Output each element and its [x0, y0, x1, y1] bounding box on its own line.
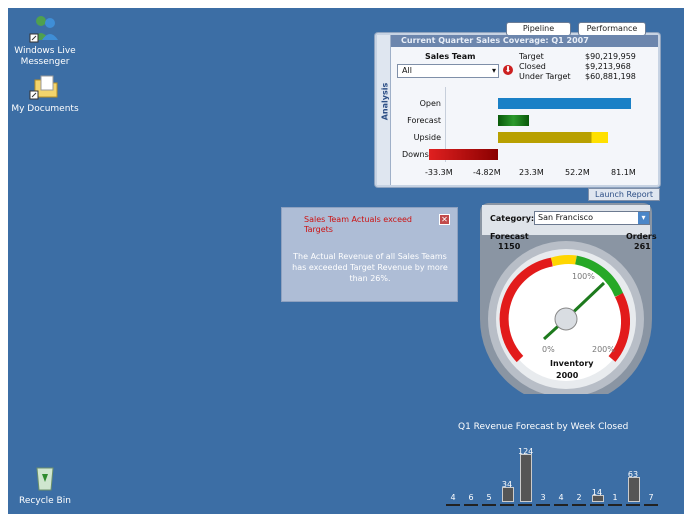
axis-mark-week-11: [626, 504, 640, 506]
messenger-icon: [29, 12, 61, 44]
desktop-icon-recycle-bin[interactable]: Recycle Bin: [8, 462, 82, 507]
downside-bar: [429, 149, 498, 160]
axis-mark-week-7: [554, 504, 568, 506]
category-value: San Francisco: [538, 213, 593, 222]
recycle-bin-icon: [29, 462, 61, 494]
orders-value: 261: [634, 242, 651, 251]
row-label-upside: Upside: [413, 133, 441, 142]
axis-mark-week-10: [608, 504, 622, 506]
sales-coverage-header: Current Quarter Sales Coverage: Q1 2007: [391, 35, 658, 47]
bar-label-week-10: 1: [612, 493, 618, 502]
axis-mark-week-3: [482, 504, 496, 506]
bar-label-week-3: 5: [486, 493, 492, 502]
notification-body: The Actual Revenue of all Sales Teams ha…: [292, 252, 448, 283]
sales-team-value: All: [402, 66, 412, 75]
axis-mark-week-4: [500, 504, 514, 506]
under-target-label: Under Target: [519, 72, 571, 81]
sales-team-select[interactable]: All ▾: [397, 64, 499, 78]
target-label: Target: [519, 52, 544, 61]
gauge-mark-0: 0%: [542, 345, 555, 354]
tab-performance[interactable]: Performance: [578, 22, 646, 36]
sales-coverage-gadget: Pipeline Performance Analysis Current Qu…: [375, 22, 660, 187]
target-value: $90,219,959: [585, 52, 636, 61]
desktop-icon-label: Windows Live Messenger: [14, 46, 76, 67]
bar-label-week-12: 7: [648, 493, 654, 502]
chevron-down-icon: ▾: [638, 212, 649, 224]
closed-label: Closed: [519, 62, 546, 71]
bar-label-week-5: 124: [518, 447, 534, 456]
axis-mark-week-5: [518, 504, 532, 506]
bar-label-week-4: 34: [501, 480, 513, 489]
bar-week-5: [520, 454, 532, 502]
axis-mark-week-12: [644, 504, 658, 506]
bar-label-week-11: 63: [627, 470, 639, 479]
bar-label-week-6: 3: [540, 493, 546, 502]
axis-tick-1: -33.3M: [425, 168, 453, 177]
axis-tick-3: 23.3M: [519, 168, 544, 177]
axis-mark-week-9: [590, 504, 604, 506]
desktop-icon-messenger[interactable]: Windows Live Messenger: [8, 12, 82, 68]
desktop: Windows Live Messenger My Documents Recy…: [8, 8, 684, 514]
under-target-value: $60,881,198: [585, 72, 636, 81]
axis-tick-2: -4.82M: [473, 168, 501, 177]
tab-pipeline[interactable]: Pipeline: [506, 22, 571, 36]
inventory-label: Inventory: [550, 359, 594, 368]
orders-label: Orders: [626, 232, 657, 241]
bar-label-week-9: 14: [591, 488, 603, 497]
inventory-gauge-gadget: Category: San Francisco ▾ Forecast 1150 …: [476, 199, 657, 394]
axis-mark-week-1: [446, 504, 460, 506]
inventory-value: 2000: [556, 371, 579, 380]
chevron-down-icon: ▾: [491, 66, 496, 75]
bar-week-11: [628, 477, 640, 502]
bar-label-week-7: 4: [558, 493, 564, 502]
bar-label-week-1: 4: [450, 493, 456, 502]
category-label: Category:: [490, 214, 535, 223]
open-bar: [498, 98, 631, 109]
folder-icon: [29, 70, 61, 102]
closed-value: $9,213,968: [585, 62, 631, 71]
down-arrow-icon: ⬇: [503, 65, 513, 75]
desktop-icon-label: My Documents: [11, 104, 79, 114]
sales-team-label: Sales Team: [425, 52, 476, 61]
bar-label-week-8: 2: [576, 493, 582, 502]
axis-mark-week-8: [572, 504, 586, 506]
gauge-mark-100: 100%: [572, 272, 595, 281]
forecast-bar: [498, 115, 529, 126]
bar-label-week-2: 6: [468, 493, 474, 502]
close-icon[interactable]: ✕: [439, 214, 450, 225]
axis-tick-5: 81.1M: [611, 168, 636, 177]
forecast-value: 1150: [498, 242, 521, 251]
analysis-label: Analysis: [380, 82, 390, 121]
bar-week-4: [502, 487, 514, 502]
notification-title: Sales Team Actuals exceed Targets: [304, 215, 412, 234]
desktop-icon-label: Recycle Bin: [19, 496, 71, 506]
notification-box: Sales Team Actuals exceed Targets ✕ The …: [281, 207, 458, 302]
category-select[interactable]: San Francisco ▾: [534, 211, 650, 225]
desktop-icon-my-documents[interactable]: My Documents: [8, 70, 82, 115]
week-closed-chart: 4 6 5 34 124 3 4 2 14 1 63 7: [446, 447, 658, 514]
chart-title: Q1 Revenue Forecast by Week Closed: [458, 422, 629, 432]
axis-mark-week-2: [464, 504, 478, 506]
forecast-label: Forecast: [490, 232, 529, 241]
analysis-side-tab[interactable]: Analysis: [377, 35, 391, 185]
upside-bar: [498, 132, 608, 143]
row-label-open: Open: [419, 99, 441, 108]
gauge-mark-200: 200%: [592, 345, 615, 354]
axis-mark-week-6: [536, 504, 550, 506]
axis-tick-4: 52.2M: [565, 168, 590, 177]
row-label-forecast: Forecast: [407, 116, 441, 125]
